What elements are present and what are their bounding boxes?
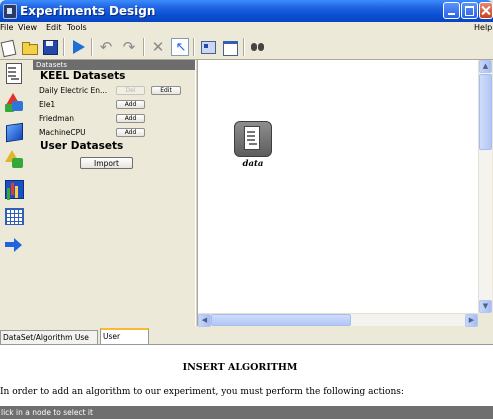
- select-pointer-icon[interactable]: ↖: [171, 38, 189, 56]
- dataset-icon[interactable]: [3, 62, 25, 84]
- binoculars-icon[interactable]: [249, 38, 267, 56]
- datasets-panel-header: Datasets: [33, 60, 195, 70]
- chevron-left-icon: ◀: [201, 316, 208, 324]
- import-button[interactable]: Import: [80, 157, 133, 169]
- vertical-scrollbar[interactable]: ▲ ▼: [478, 60, 492, 313]
- dataset-name: Ele1: [39, 100, 56, 109]
- chevron-right-icon: ▶: [468, 316, 475, 324]
- dataset-row: MachineCPU Add: [39, 127, 189, 138]
- delete-glyph: ✕: [151, 38, 165, 56]
- horizontal-scrollbar[interactable]: ◀ ▶: [198, 313, 478, 327]
- edit-dataset-button[interactable]: Edit: [151, 86, 181, 95]
- postprocess-icon[interactable]: [3, 148, 25, 170]
- minimize-button[interactable]: [443, 2, 460, 19]
- module-icon-strip: [0, 60, 33, 326]
- vertical-scroll-thumb[interactable]: [479, 74, 492, 150]
- scroll-up-button[interactable]: ▲: [479, 60, 492, 73]
- undo-glyph: ↶: [99, 38, 113, 56]
- tab-user-manual[interactable]: User Manual: [100, 328, 149, 355]
- bottom-tab-bar: DataSet/Algorithm Use Case User Manual: [0, 328, 493, 355]
- toolbar-separator: [143, 38, 145, 56]
- add-dataset-button[interactable]: Add: [116, 114, 145, 123]
- toolbar: ↶ ↷ ✕ ↖: [0, 35, 493, 60]
- menu-edit[interactable]: Edit: [46, 23, 62, 32]
- manual-heading: INSERT ALGORITHM: [182, 362, 298, 373]
- add-dataset-button[interactable]: Add: [116, 128, 145, 137]
- close-button[interactable]: [479, 2, 493, 19]
- scroll-down-button[interactable]: ▼: [479, 300, 492, 313]
- title-bar[interactable]: Experiments Design: [0, 0, 493, 22]
- menu-view[interactable]: View: [18, 23, 37, 32]
- toolbar-separator: [243, 38, 245, 56]
- dataset-name: Friedman: [39, 114, 74, 123]
- menu-bar: File View Edit Tools Help: [0, 22, 493, 35]
- window-title: Experiments Design: [20, 4, 156, 18]
- undo-icon[interactable]: ↶: [97, 38, 115, 56]
- window-icon[interactable]: [221, 38, 239, 56]
- maximize-button[interactable]: [461, 2, 478, 19]
- user-manual-pane: INSERT ALGORITHM In order to add an algo…: [0, 344, 493, 407]
- menu-help[interactable]: Help: [474, 23, 492, 32]
- delete-dataset-button[interactable]: Del: [116, 86, 145, 95]
- redo-glyph: ↷: [122, 38, 136, 56]
- menu-file[interactable]: File: [0, 23, 13, 32]
- select-glyph: ↖: [175, 40, 187, 55]
- table-icon[interactable]: [3, 205, 25, 227]
- dataset-row: Friedman Add: [39, 113, 189, 124]
- dataset-name: MachineCPU: [39, 128, 86, 137]
- dataset-name: Daily Electric En...: [39, 86, 108, 95]
- menu-tools[interactable]: Tools: [67, 23, 87, 32]
- toolbar-separator: [91, 38, 93, 56]
- manual-text: In order to add an algorithm to our expe…: [0, 387, 404, 397]
- dataset-row: Ele1 Add: [39, 99, 189, 110]
- data-node-icon: [234, 121, 272, 157]
- experiment-canvas[interactable]: data: [198, 60, 478, 313]
- method-icon[interactable]: [3, 120, 25, 142]
- data-node[interactable]: data: [233, 120, 273, 175]
- dataset-row: Daily Electric En... Del Edit: [39, 85, 189, 96]
- tab-dataset-algorithm-use-case[interactable]: DataSet/Algorithm Use Case: [0, 330, 98, 355]
- add-dataset-button[interactable]: Add: [116, 100, 145, 109]
- redo-icon[interactable]: ↷: [120, 38, 138, 56]
- status-bar: lick in a node to select it: [0, 406, 493, 419]
- scroll-corner: [478, 313, 492, 326]
- run-icon[interactable]: [69, 38, 87, 56]
- delete-icon[interactable]: ✕: [149, 38, 167, 56]
- chevron-down-icon: ▼: [482, 302, 489, 310]
- keel-datasets-title: KEEL Datasets: [40, 70, 126, 82]
- toolbar-separator: [63, 38, 65, 56]
- arrow-icon[interactable]: [3, 233, 25, 255]
- data-node-label: data: [242, 159, 264, 169]
- open-folder-icon[interactable]: [20, 38, 38, 56]
- scroll-right-button[interactable]: ▶: [465, 314, 478, 327]
- user-datasets-title: User Datasets: [40, 140, 124, 152]
- datasets-panel: Datasets KEEL Datasets Daily Electric En…: [33, 60, 195, 326]
- new-icon[interactable]: [0, 38, 18, 56]
- statistics-icon[interactable]: [3, 177, 25, 199]
- scroll-left-button[interactable]: ◀: [198, 314, 211, 327]
- app-icon: [3, 4, 17, 19]
- horizontal-scroll-thumb[interactable]: [211, 314, 351, 326]
- preprocess-icon[interactable]: [3, 91, 25, 113]
- save-icon[interactable]: [41, 38, 59, 56]
- chevron-up-icon: ▲: [482, 62, 489, 70]
- layout-icon[interactable]: [199, 38, 217, 56]
- toolbar-separator: [193, 38, 195, 56]
